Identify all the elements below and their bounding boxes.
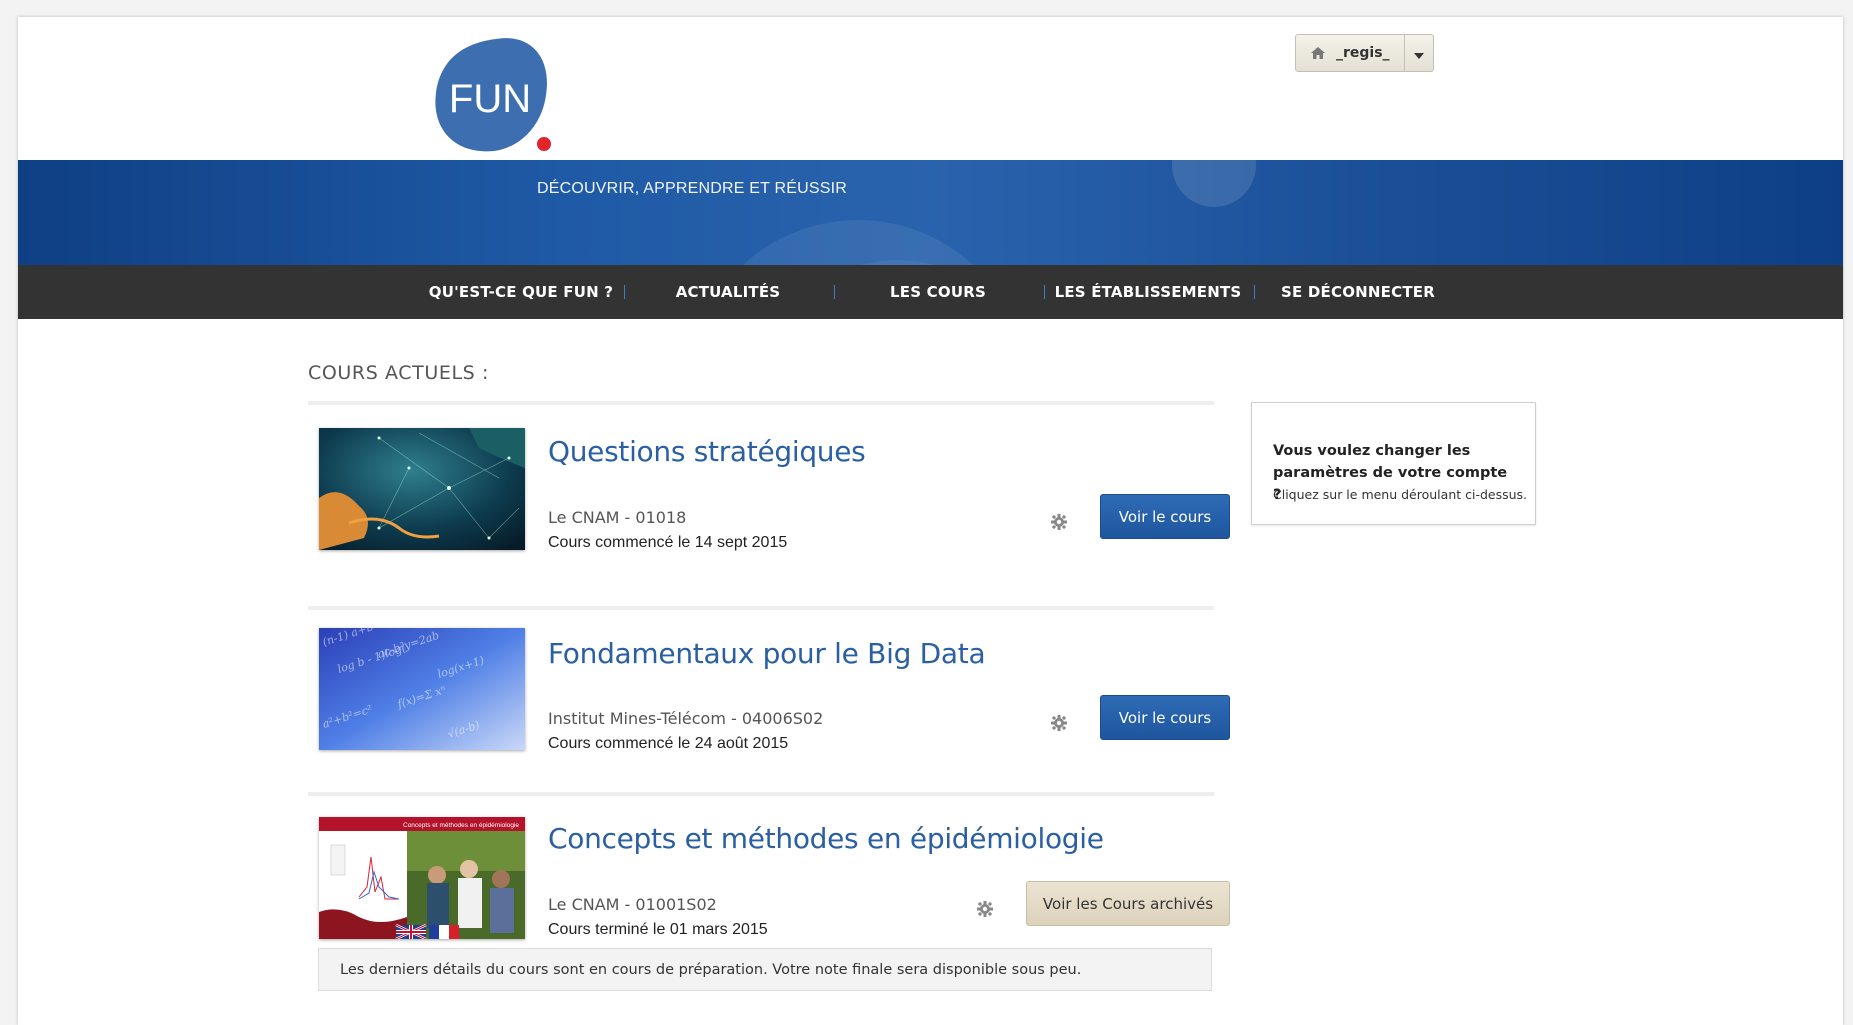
banner-decoration xyxy=(742,160,1256,265)
banner-tagline: DÉCOUVRIR, APPRENDRE ET RÉUSSIR xyxy=(537,180,847,197)
course-date: Cours commencé le 24 août 2015 xyxy=(548,735,789,752)
section-title: COURS ACTUELS : xyxy=(308,362,489,384)
course-title[interactable]: Fondamentaux pour le Big Data xyxy=(548,637,986,670)
user-name: _regis_ xyxy=(1336,45,1390,61)
course-title[interactable]: Concepts et méthodes en épidémiologie xyxy=(548,822,1104,855)
browser-viewport: FUN _regis_ DÉCOUVRIR, APPRENDRE ET RÉUS… xyxy=(18,17,1843,1025)
course-notice: Les derniers détails du cours sont en co… xyxy=(318,948,1212,991)
main-nav: QU'EST-CE QUE FUN ? ACTUALITÉS LES COURS… xyxy=(18,265,1843,319)
gear-icon[interactable] xyxy=(1050,513,1068,531)
caret-down-icon xyxy=(1413,44,1424,63)
view-archived-courses-button[interactable]: Voir les Cours archivés xyxy=(1026,881,1230,926)
course-org: Le CNAM - 01018 xyxy=(548,508,687,527)
user-menu-button[interactable]: _regis_ xyxy=(1296,35,1405,71)
course-org: Institut Mines-Télécom - 04006S02 xyxy=(548,709,824,728)
course-item: (n-1) a+b log b - 1)log( ac-b²y=2ab a²+b… xyxy=(308,606,1230,790)
course-thumbnail[interactable]: Concepts et méthodes en épidémiologie xyxy=(319,817,525,939)
view-course-button[interactable]: Voir le cours xyxy=(1100,494,1230,539)
header-banner: DÉCOUVRIR, APPRENDRE ET RÉUSSIR xyxy=(18,160,1843,265)
course-item: Questions stratégiques Le CNAM - 01018 C… xyxy=(308,401,1230,585)
course-title[interactable]: Questions stratégiques xyxy=(548,435,866,468)
user-menu-dropdown-toggle[interactable] xyxy=(1405,35,1433,71)
thumbnail-caption: Concepts et méthodes en épidémiologie xyxy=(403,822,519,829)
gear-icon[interactable] xyxy=(976,900,994,918)
nav-item-institutions[interactable]: LES ÉTABLISSEMENTS xyxy=(1045,265,1251,319)
account-settings-hint: Cliquez sur le menu déroulant ci-dessus. xyxy=(1273,487,1528,502)
fun-logo[interactable]: FUN xyxy=(418,27,568,157)
course-date: Cours commencé le 14 sept 2015 xyxy=(548,534,788,551)
course-date: Cours terminé le 01 mars 2015 xyxy=(548,921,768,938)
account-settings-box: Vous voulez changer les paramètres de vo… xyxy=(1251,402,1536,525)
course-thumbnail[interactable]: (n-1) a+b log b - 1)log( ac-b²y=2ab a²+b… xyxy=(319,628,525,750)
gear-icon[interactable] xyxy=(1050,714,1068,732)
logo-text: FUN xyxy=(449,77,531,121)
user-menu[interactable]: _regis_ xyxy=(1295,34,1434,72)
nav-item-logout[interactable]: SE DÉCONNECTER xyxy=(1255,265,1461,319)
nav-item-news[interactable]: ACTUALITÉS xyxy=(625,265,831,319)
nav-item-courses[interactable]: LES COURS xyxy=(835,265,1041,319)
course-org: Le CNAM - 01001S02 xyxy=(548,895,717,914)
view-course-button[interactable]: Voir le cours xyxy=(1100,695,1230,740)
nav-item-what-is-fun[interactable]: QU'EST-CE QUE FUN ? xyxy=(418,265,624,319)
course-thumbnail[interactable] xyxy=(319,428,525,550)
home-icon xyxy=(1310,46,1326,60)
